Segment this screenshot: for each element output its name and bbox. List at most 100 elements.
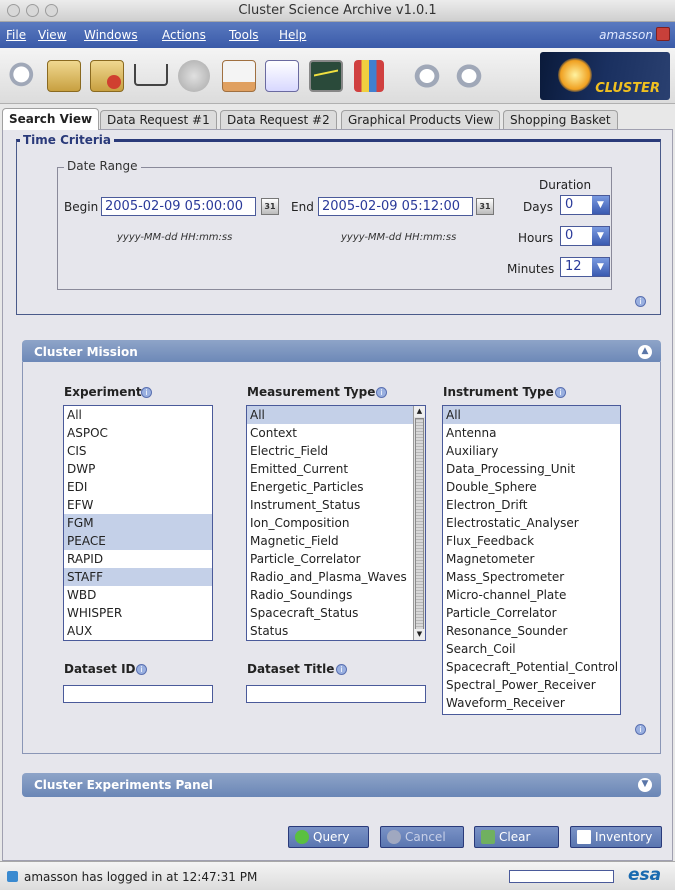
begin-date-input[interactable]: 2005-02-09 05:00:00 [101,197,256,216]
info-icon[interactable]: i [635,296,646,307]
cancel-button[interactable]: Cancel [380,826,464,848]
tab-shopping-basket[interactable]: Shopping Basket [503,110,618,130]
minutes-select[interactable]: 12 ▼ [560,257,610,277]
info-icon[interactable]: i [336,664,347,675]
measurement-item[interactable]: Context [247,424,425,442]
logout-icon[interactable] [656,27,670,41]
scroll-down-icon[interactable]: ▼ [414,629,425,640]
experiment-item[interactable]: PEACE [64,532,212,550]
instrument-item[interactable]: Spacecraft_Potential_Control [443,658,620,676]
instrument-item[interactable]: Mass_Spectrometer [443,568,620,586]
inventory-button[interactable]: Inventory [570,826,662,848]
dataset-id-input[interactable] [63,685,213,703]
scroll-up-icon[interactable]: ▲ [414,406,425,417]
instrument-item[interactable]: Search_Coil [443,640,620,658]
experiment-item[interactable]: FGM [64,514,212,532]
measurement-item[interactable]: Emitted_Current [247,460,425,478]
end-date-input[interactable]: 2005-02-09 05:12:00 [318,197,473,216]
tab-data-request-2[interactable]: Data Request #2 [220,110,337,130]
instrument-item[interactable]: Electron_Drift [443,496,620,514]
scroll-thumb[interactable] [415,418,424,630]
menu-help[interactable]: Help [279,28,306,42]
clear-button[interactable]: Clear [474,826,559,848]
menu-view[interactable]: View [38,28,66,42]
experiment-item[interactable]: CIS [64,442,212,460]
measurement-item[interactable]: All [247,406,425,424]
instrument-item[interactable]: Flux_Feedback [443,532,620,550]
tab-data-request-1[interactable]: Data Request #1 [100,110,217,130]
measurement-item[interactable]: Magnetic_Field [247,532,425,550]
experiment-item[interactable]: EFW [64,496,212,514]
chevron-down-icon[interactable]: ▼ [592,196,609,214]
info-icon[interactable]: i [555,387,566,398]
instrument-item[interactable]: Waveform_Receiver [443,694,620,712]
cancel-document-icon[interactable] [90,60,124,92]
hours-select[interactable]: 0 ▼ [560,226,610,246]
end-calendar-icon[interactable]: 31 [476,198,494,215]
query-button[interactable]: Query [288,826,369,848]
tab-graphical-products[interactable]: Graphical Products View [341,110,501,130]
experiments-panel-header[interactable]: Cluster Experiments Panel ▼ [22,773,661,797]
instrument-type-list[interactable]: All Antenna Auxiliary Data_Processing_Unit D… [442,405,621,715]
tab-search-view[interactable]: Search View [2,108,100,130]
experiment-item[interactable]: EDI [64,478,212,496]
measurement-item[interactable]: Status [247,622,425,640]
info-icon[interactable]: i [635,724,646,735]
instrument-item[interactable]: Data_Processing_Unit [443,460,620,478]
measurement-type-list[interactable]: ▲ ▼ All Context Electric_Field Emitted_Curr… [246,405,426,641]
info-icon[interactable]: i [376,387,387,398]
menu-actions[interactable]: Actions [162,28,206,42]
experiment-item[interactable]: WHISPER [64,604,212,622]
instrument-item[interactable]: Antenna [443,424,620,442]
graph-icon[interactable] [309,60,343,92]
cart-icon[interactable] [134,64,168,86]
chevron-down-icon[interactable]: ▼ [592,227,609,245]
back-search-icon[interactable] [410,60,444,92]
expand-icon[interactable]: ▼ [638,778,652,792]
measurement-item[interactable]: Spacecraft_Status [247,604,425,622]
experiment-item[interactable]: AUX [64,622,212,640]
measurement-item[interactable]: Particle_Correlator [247,550,425,568]
search-zoom-icon[interactable] [6,60,40,92]
instrument-item[interactable]: Auxiliary [443,442,620,460]
menu-file[interactable]: File [6,28,26,42]
measurement-item[interactable]: Energetic_Particles [247,478,425,496]
begin-calendar-icon[interactable]: 31 [261,198,279,215]
experiment-item[interactable]: WBD [64,586,212,604]
menu-tools[interactable]: Tools [229,28,259,42]
experiment-item[interactable]: DWP [64,460,212,478]
instrument-item[interactable]: Micro-channel_Plate [443,586,620,604]
info-icon[interactable]: i [141,387,152,398]
calendar-icon[interactable] [222,60,256,92]
info-icon[interactable]: i [136,664,147,675]
experiment-item[interactable]: RAPID [64,550,212,568]
minimize-window-button[interactable] [26,4,39,17]
scrollbar[interactable]: ▲ ▼ [413,406,425,640]
chevron-down-icon[interactable]: ▼ [592,258,609,276]
measurement-item[interactable]: Radio_and_Plasma_Waves [247,568,425,586]
stop-icon[interactable] [178,60,210,92]
bars-icon[interactable] [354,60,384,92]
instrument-item[interactable]: All [443,406,620,424]
instrument-item[interactable]: Resonance_Sounder [443,622,620,640]
forward-search-icon[interactable] [452,60,486,92]
zoom-window-button[interactable] [45,4,58,17]
measurement-item[interactable]: Radio_Soundings [247,586,425,604]
instrument-item[interactable]: Spectral_Power_Receiver [443,676,620,694]
instrument-item[interactable]: Magnetometer [443,550,620,568]
measurement-item[interactable]: Ion_Composition [247,514,425,532]
experiment-item[interactable]: All [64,406,212,424]
experiment-list[interactable]: All ASPOC CIS DWP EDI EFW FGM PEACE RAPID STAFF WB… [63,405,213,641]
experiment-item[interactable]: STAFF [64,568,212,586]
cluster-mission-header[interactable]: Cluster Mission ▲ [22,340,661,364]
measurement-item[interactable]: Instrument_Status [247,496,425,514]
close-window-button[interactable] [7,4,20,17]
dataset-title-input[interactable] [246,685,426,703]
collapse-icon[interactable]: ▲ [638,345,652,359]
measurement-item[interactable]: Electric_Field [247,442,425,460]
instrument-item[interactable]: Particle_Correlator [443,604,620,622]
instrument-item[interactable]: Double_Sphere [443,478,620,496]
instrument-item[interactable]: Electrostatic_Analyser [443,514,620,532]
edit-icon[interactable] [265,60,299,92]
experiment-item[interactable]: ASPOC [64,424,212,442]
